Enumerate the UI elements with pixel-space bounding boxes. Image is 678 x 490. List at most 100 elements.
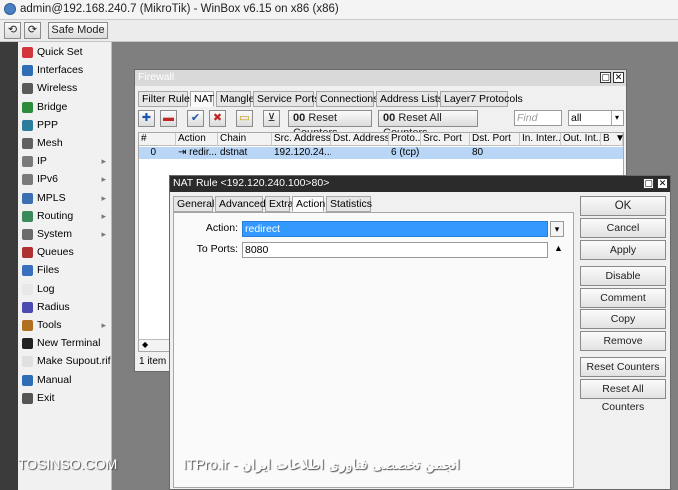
sidebar-item-make-supout-rif[interactable]: Make Supout.rif xyxy=(18,353,112,371)
cell-dst xyxy=(331,147,389,159)
files-icon xyxy=(22,265,33,277)
routeros-winbox-strip xyxy=(0,42,18,490)
column-header[interactable]: Dst. Port xyxy=(470,133,520,146)
apply-button[interactable]: Apply xyxy=(580,240,666,260)
tab-connections[interactable]: Connections xyxy=(316,91,378,107)
sidebar-item-queues[interactable]: Queues xyxy=(18,244,112,262)
reset-all-counters-button[interactable]: 00 Reset All Counters xyxy=(378,110,478,139)
dropdown-arrow-icon[interactable]: ▾ xyxy=(550,221,564,237)
enable-icon[interactable]: ✔ xyxy=(187,110,204,127)
undo-icon[interactable]: ⟲ xyxy=(4,22,21,39)
sidebar-item-ip[interactable]: IP ▸ xyxy=(18,153,112,171)
sidebar-item-label: Wireless xyxy=(37,82,78,95)
sidebar-item-mpls[interactable]: MPLS ▸ xyxy=(18,190,112,208)
comment-icon[interactable]: ▭ xyxy=(236,110,253,127)
submenu-arrow-icon: ▸ xyxy=(101,229,106,239)
sidebar-item-new-terminal[interactable]: New Terminal xyxy=(18,335,112,353)
maximize-icon[interactable]: ▢ xyxy=(600,72,611,83)
add-icon[interactable]: ✚ xyxy=(138,110,155,127)
sidebar-item-ipv6[interactable]: IPv6 ▸ xyxy=(18,171,112,189)
app-titlebar: admin@192.168.240.7 (MikroTik) - WinBox … xyxy=(0,0,678,20)
tab-address-lists[interactable]: Address Lists xyxy=(376,91,443,107)
tab-service-ports[interactable]: Service Ports xyxy=(253,91,319,107)
reset-counters-button[interactable]: Reset Counters xyxy=(580,357,666,377)
remove-icon[interactable]: ▬ xyxy=(160,110,177,127)
column-header[interactable]: Proto... xyxy=(389,133,421,146)
radius-icon xyxy=(22,301,33,313)
remove-button[interactable]: Remove xyxy=(580,331,666,351)
reset-counters-button[interactable]: 00 Reset Counters xyxy=(288,110,372,139)
sidebar-item-quick-set[interactable]: Quick Set xyxy=(18,44,112,62)
close-icon[interactable]: ✕ xyxy=(657,178,668,189)
column-header[interactable]: In. Inter... xyxy=(520,133,561,146)
ppp-icon xyxy=(22,119,33,131)
column-header[interactable]: Src. Port xyxy=(421,133,470,146)
sidebar-item-radius[interactable]: Radius xyxy=(18,299,112,317)
action-select[interactable]: redirect xyxy=(242,221,548,237)
column-header[interactable]: Action xyxy=(176,133,218,146)
app-title: admin@192.168.240.7 (MikroTik) - WinBox … xyxy=(20,3,339,15)
interfaces-icon xyxy=(22,65,33,77)
column-header[interactable]: Out. Int... xyxy=(561,133,601,146)
sidebar-item-ppp[interactable]: PPP xyxy=(18,117,112,135)
cell-in xyxy=(520,147,561,159)
tab-extra[interactable]: Extra xyxy=(265,196,294,212)
sidebar-item-label: Interfaces xyxy=(37,64,84,77)
tab-general[interactable]: General xyxy=(173,196,214,212)
safe-mode-button[interactable]: Safe Mode xyxy=(48,22,108,39)
submenu-arrow-icon: ▸ xyxy=(101,192,106,203)
column-header[interactable]: Src. Address xyxy=(272,133,331,146)
sidebar-item-bridge[interactable]: Bridge xyxy=(18,99,112,117)
comment-button[interactable]: Comment xyxy=(580,288,666,308)
submenu-arrow-icon: ▸ xyxy=(101,210,106,221)
column-header[interactable]: # xyxy=(139,133,176,146)
footer-left: TOSINSO.COM xyxy=(18,456,118,472)
sidebar-item-wireless[interactable]: Wireless xyxy=(18,80,112,98)
sidebar-item-label: Exit xyxy=(37,391,55,404)
column-header[interactable]: Dst. Address xyxy=(331,133,389,146)
filter-icon[interactable]: ⊻ xyxy=(263,110,280,127)
sidebar: Quick Set Interfaces Wireless Bridge PPP Mesh… xyxy=(18,42,112,490)
table-row[interactable]: 0 ⇥ redir... dstnat 192.120.24... 6 (tcp) 80 xyxy=(139,147,623,159)
redo-icon[interactable]: ⟳ xyxy=(24,22,41,39)
column-header[interactable]: Chain xyxy=(218,133,272,146)
sidebar-item-label: Radius xyxy=(37,300,70,313)
tab-action[interactable]: Action xyxy=(292,196,325,212)
cell-action: ⇥ redir... xyxy=(176,147,218,159)
sidebar-item-tools[interactable]: Tools ▸ xyxy=(18,317,112,335)
sidebar-item-mesh[interactable]: Mesh xyxy=(18,135,112,153)
collapse-up-icon[interactable]: ▲ xyxy=(554,243,563,253)
cancel-button[interactable]: Cancel xyxy=(580,218,666,238)
disable-icon[interactable]: ✖ xyxy=(209,110,226,127)
filter-select[interactable]: all ▾ xyxy=(568,110,624,126)
cell-b xyxy=(601,147,623,159)
tab-nat[interactable]: NAT xyxy=(190,91,214,107)
disable-button[interactable]: Disable xyxy=(580,266,666,286)
scroll-left-icon[interactable]: ◆ xyxy=(142,340,148,349)
sidebar-item-system[interactable]: System ▸ xyxy=(18,226,112,244)
tab-filter-rules[interactable]: Filter Rules xyxy=(138,91,195,107)
sidebar-item-log[interactable]: Log xyxy=(18,281,112,299)
footer-right: ITPro.ir - انجمن تخصصی فناوری اطلاعات ای… xyxy=(183,456,460,472)
sidebar-item-manual[interactable]: Manual xyxy=(18,372,112,390)
sidebar-item-routing[interactable]: Routing ▸ xyxy=(18,208,112,226)
tab-advanced[interactable]: Advanced xyxy=(215,196,266,212)
column-menu-icon[interactable]: ▼ xyxy=(613,133,623,146)
sidebar-item-files[interactable]: Files xyxy=(18,262,112,280)
maximize-icon[interactable]: ▢ xyxy=(643,178,654,189)
nat-rule-window-title: NAT Rule <192.120.240.100>80> xyxy=(170,176,670,192)
close-icon[interactable]: ✕ xyxy=(613,72,624,83)
to-ports-input[interactable]: 8080 xyxy=(242,242,548,258)
reset-all-counters-button[interactable]: Reset All Counters xyxy=(580,379,666,413)
sidebar-item-interfaces[interactable]: Interfaces xyxy=(18,62,112,80)
tab-layer7-protocols[interactable]: Layer7 Protocols xyxy=(440,91,523,107)
copy-button[interactable]: Copy xyxy=(580,309,666,329)
sidebar-item-label: Manual xyxy=(37,373,72,386)
action-select-value: redirect xyxy=(245,223,281,235)
tab-statistics[interactable]: Statistics xyxy=(326,196,372,212)
tab-mangle[interactable]: Mangle xyxy=(216,91,254,107)
find-input[interactable]: Find xyxy=(514,110,562,126)
sidebar-item-exit[interactable]: Exit xyxy=(18,390,112,408)
ok-button[interactable]: OK xyxy=(580,196,666,216)
filter-select-value: all xyxy=(571,112,582,124)
